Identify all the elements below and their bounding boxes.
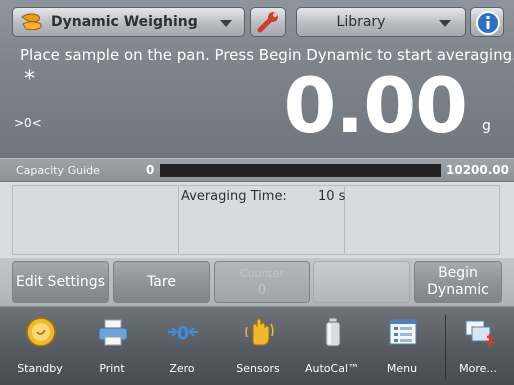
- nav-label: Standby: [17, 362, 63, 375]
- nav-print[interactable]: Print: [80, 307, 144, 385]
- svg-text:0: 0: [177, 323, 190, 344]
- info-icon: [476, 11, 500, 35]
- averaging-time-label: Averaging Time:: [181, 189, 287, 204]
- weighing-display: Dynamic Weighing Library Place sample on…: [0, 0, 514, 158]
- nav-sensors[interactable]: Sensors: [226, 307, 290, 385]
- edit-settings-label: Edit Settings: [16, 273, 105, 290]
- nav-label: Zero: [169, 362, 195, 375]
- calibration-weight-icon: [325, 317, 341, 347]
- more-icon: [465, 320, 494, 346]
- blank-button: [313, 261, 410, 303]
- begin-dynamic-label-line1: Begin: [438, 265, 478, 281]
- capacity-max: 10200.00: [446, 163, 510, 177]
- chevron-down-icon: [439, 20, 451, 27]
- stability-indicator: *: [24, 67, 35, 92]
- capacity-bar: [160, 164, 441, 177]
- library-label: Library: [336, 14, 386, 30]
- zero-icon: 0: [168, 323, 198, 344]
- bottom-navigation: Standby Print 0 Zero Sensors AutoCal™ Me…: [0, 306, 514, 385]
- weight-unit: g: [482, 118, 491, 134]
- nav-label: Sensors: [236, 362, 280, 375]
- dynamic-weighing-icon: [19, 11, 45, 33]
- tools-button[interactable]: [250, 7, 286, 37]
- counter-label: Counter: [240, 267, 284, 280]
- nav-label: Menu: [386, 362, 418, 375]
- wrench-icon: [257, 12, 278, 33]
- tare-button[interactable]: Tare: [113, 261, 210, 303]
- counter-button: Counter 0: [214, 261, 310, 303]
- center-of-zero-indicator: >0<: [14, 116, 42, 130]
- nav-label: AutoCal™: [304, 362, 360, 375]
- application-mode-dropdown[interactable]: Dynamic Weighing: [12, 7, 245, 37]
- begin-dynamic-label-line2: Dynamic: [427, 282, 489, 298]
- begin-dynamic-button[interactable]: Begin Dynamic: [414, 261, 502, 303]
- menu-icon: [389, 319, 417, 345]
- nav-zero[interactable]: 0 Zero: [150, 307, 214, 385]
- chevron-down-icon: [220, 20, 232, 27]
- application-mode-label: Dynamic Weighing: [51, 14, 198, 30]
- counter-value: 0: [257, 283, 267, 298]
- weight-reading: 0.00: [283, 61, 468, 150]
- nav-label: More...: [459, 362, 497, 375]
- tare-label: Tare: [147, 273, 176, 290]
- capacity-guide-label: Capacity Guide: [16, 164, 100, 177]
- hand-sensor-icon: [245, 318, 274, 346]
- nav-menu[interactable]: Menu: [370, 307, 434, 385]
- action-button-row: Edit Settings Tare Counter 0 Begin Dynam…: [0, 258, 514, 308]
- library-dropdown[interactable]: Library: [296, 7, 466, 37]
- nav-more[interactable]: More...: [446, 307, 510, 385]
- nav-autocal[interactable]: AutoCal™: [300, 307, 364, 385]
- capacity-guide: Capacity Guide 0 10200.00: [0, 158, 514, 182]
- standby-icon: [26, 317, 56, 347]
- capacity-min: 0: [146, 163, 155, 177]
- info-button[interactable]: [470, 7, 504, 37]
- edit-settings-button[interactable]: Edit Settings: [12, 261, 109, 303]
- info-cell: [13, 186, 179, 254]
- nav-standby[interactable]: Standby: [8, 307, 72, 385]
- nav-label: Print: [99, 362, 125, 375]
- averaging-time-value: 10 s: [318, 189, 346, 204]
- printer-icon: [98, 319, 128, 346]
